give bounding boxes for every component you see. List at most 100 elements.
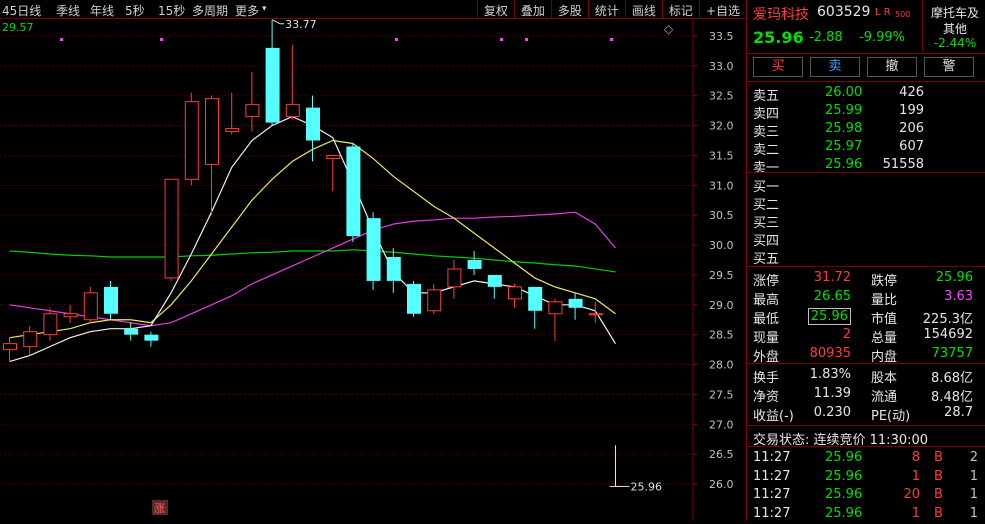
bid-row[interactable]: 买五 [747,247,985,267]
candle-body[interactable] [427,289,442,312]
bid-row[interactable]: 买一 [747,175,985,195]
tick-side: B [934,468,943,484]
multi-stock-button[interactable]: 多股 [550,0,588,18]
candle-body[interactable] [184,101,199,180]
candle-body[interactable] [245,104,260,118]
period-15sec[interactable]: 15秒 [158,2,185,19]
more-dropdown-icon[interactable]: ▾ [262,4,267,14]
y-tick-label: 33.5 [709,30,734,43]
tick-row: 11:27 25.96 20 B 1 [747,486,985,504]
candle-body[interactable] [548,301,563,315]
period-5sec[interactable]: 5秒 [125,2,145,19]
stat-row: 最高 26.65 量比 3.63 [747,288,985,308]
sell-button[interactable]: 卖 [810,57,860,77]
period-45day[interactable]: 45日线 [2,2,41,19]
draw-line-button[interactable]: 画线 [624,0,662,18]
candle-body[interactable] [508,286,522,300]
sector-box[interactable]: 摩托车及 其他 -2.44% [922,0,985,52]
period-year[interactable]: 年线 [90,2,114,19]
ask-row[interactable]: 卖二 25.97 607 [747,138,985,158]
stat-label: 量比 [871,293,898,308]
y-tick-label: 31.0 [709,179,734,192]
candle-body[interactable] [225,128,240,133]
stat-row: 现量 2 总量 154692 [747,326,985,346]
candle-body[interactable] [487,274,502,287]
tick-volume: 1 [911,468,920,484]
bid-row[interactable]: 买二 [747,193,985,213]
candle-body[interactable] [407,283,421,314]
candle-body[interactable] [43,313,58,336]
kline-svg[interactable]: 33.5 33.0 32.5 32.0 31.5 31.0 30.5 30.0 29.5 29.0… [0,18,746,521]
candle-body[interactable] [104,286,118,314]
candle-body[interactable] [124,328,139,335]
price-change: -2.88 [809,30,843,45]
ask-row[interactable]: 卖五 26.00 426 [747,84,985,104]
bid-row[interactable]: 买三 [747,211,985,231]
candle-body[interactable] [326,154,341,159]
candle-body[interactable] [467,259,482,269]
alert-button[interactable]: 警 [924,57,974,77]
fund-label: PE(动) [871,409,911,424]
diamond-icon[interactable]: ◇ [664,22,674,36]
candle-body[interactable] [144,334,159,341]
period-quarter[interactable]: 季线 [56,2,80,19]
candle-body[interactable] [447,268,462,288]
candle-body[interactable] [528,286,543,311]
y-tick-label: 32.5 [709,90,734,103]
add-watchlist-button[interactable]: +自选 [698,0,746,18]
y-tick-label: 26.5 [709,448,734,461]
stat-value: 26.65 [813,289,851,304]
tick-price: 25.96 [825,505,863,521]
kline-chart[interactable]: 33.5 33.0 32.5 32.0 31.5 31.0 30.5 30.0 29.5 29.0… [0,18,746,521]
candle-body[interactable] [366,218,381,281]
candle-body[interactable] [346,146,361,237]
tick-row: 11:27 25.96 1 B 1 [747,505,985,523]
tick-volume: 20 [903,487,920,502]
statistics-button[interactable]: 统计 [587,0,625,18]
stock-name: 爱玛科技 [753,7,809,23]
mark-button[interactable]: 标记 [661,0,699,18]
candle-body[interactable] [285,104,300,118]
candle-body[interactable] [205,98,219,165]
fund-value: 28.7 [944,405,973,420]
tick-row: 11:27 25.96 8 B 2 [747,449,985,467]
candle-body[interactable] [3,343,17,351]
candle-body[interactable] [23,331,38,348]
stat-row: 外盘 80935 内盘 73757 [747,345,985,365]
more-menu[interactable]: 更多 [235,2,259,19]
event-marker [395,38,398,41]
candle-body[interactable] [164,178,179,279]
restore-rights-button[interactable]: 复权 [476,0,514,18]
fund-label: 换手 [753,371,780,386]
ask-volume: 206 [899,121,924,136]
candle-body[interactable] [588,313,603,316]
multi-period[interactable]: 多周期 [192,2,228,19]
high-leader [271,19,285,25]
tick-count: 1 [969,487,978,502]
tick-price: 25.96 [825,450,863,465]
bid-row[interactable]: 买四 [747,229,985,249]
fund-value: 0.230 [813,405,851,420]
y-tick-label: 26.0 [709,478,734,491]
tick-time: 11:27 [753,450,791,465]
buy-button[interactable]: 买 [753,57,803,77]
candle-body[interactable] [83,292,98,321]
current-price: 25.96 [753,28,804,47]
candle-body[interactable] [63,313,78,318]
cancel-order-button[interactable]: 撤 [867,57,917,77]
ask-row[interactable]: 卖三 25.98 206 [747,120,985,140]
candle-body[interactable] [306,107,320,141]
ask-row[interactable]: 卖四 25.99 199 [747,102,985,122]
zhang-badge[interactable]: 涨 [154,502,165,515]
chart-toolbar: 45日线 季线 年线 5秒 15秒 多周期 更多 ▾ 复权 叠加 多股 统计 画… [0,0,746,19]
tick-row: 11:27 25.96 1 B 1 [747,468,985,486]
bid-level-label: 买五 [753,252,780,267]
y-tick-label: 32.0 [709,120,734,133]
ask-price: 25.99 [825,103,863,118]
candle-body[interactable] [568,298,583,308]
tick-side: B [934,487,943,502]
overlay-button[interactable]: 叠加 [513,0,551,18]
candle-body[interactable] [386,257,401,281]
stat-value: 2 [842,327,851,342]
candle-body[interactable] [265,47,280,123]
